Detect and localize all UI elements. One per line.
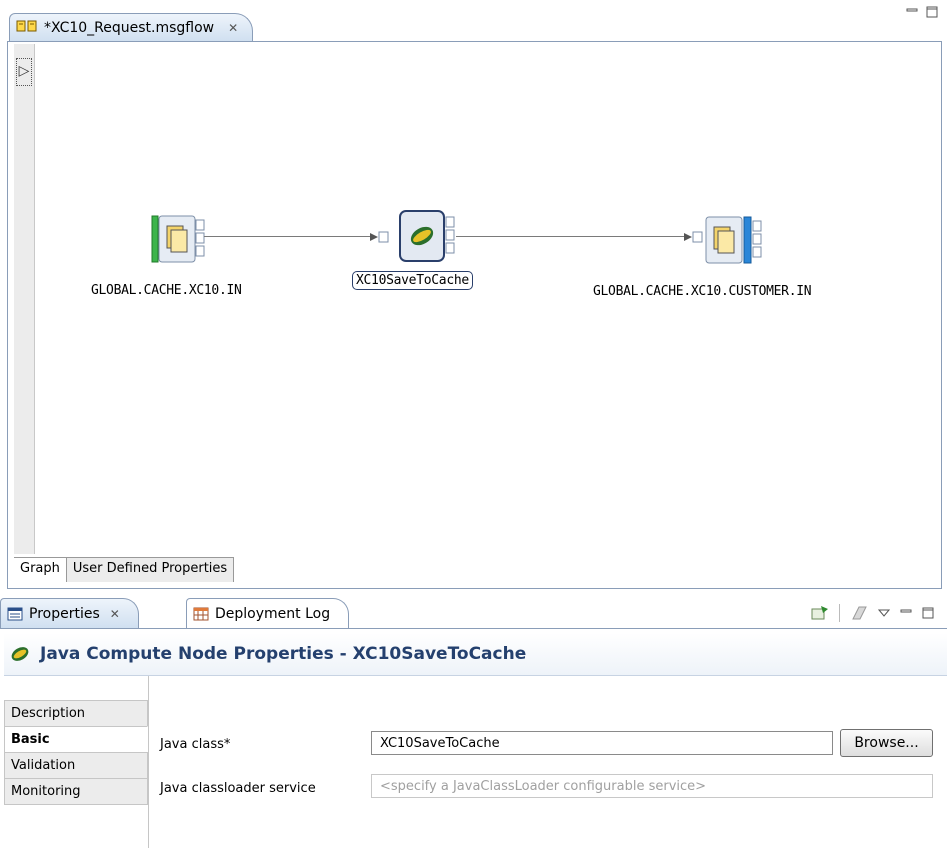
- tab-user-defined-properties[interactable]: User Defined Properties: [66, 558, 235, 582]
- tab-deployment-log[interactable]: Deployment Log: [186, 598, 350, 629]
- connection-line: [204, 236, 374, 237]
- close-icon[interactable]: ✕: [110, 607, 120, 621]
- tab-properties[interactable]: Properties ✕: [0, 598, 139, 629]
- properties-header-title: Java Compute Node Properties - XC10SaveT…: [40, 644, 527, 664]
- palette-expand-icon[interactable]: ▷: [16, 58, 32, 86]
- properties-tabbar: [0, 593, 947, 629]
- side-tab-basic[interactable]: Basic: [4, 726, 148, 752]
- editor-tab-label: *XC10_Request.msgflow: [44, 20, 215, 36]
- maximize-icon[interactable]: [926, 6, 938, 18]
- tabbar-divider: [7, 41, 942, 42]
- deployment-log-icon: [193, 607, 209, 621]
- mq-output-node-icon: [705, 216, 762, 264]
- editor-window-controls: [906, 6, 938, 18]
- side-tab-validation[interactable]: Validation: [4, 752, 148, 778]
- node-label: GLOBAL.CACHE.XC10.CUSTOMER.IN: [593, 284, 812, 299]
- properties-tab-divider: [0, 628, 947, 629]
- close-icon[interactable]: ✕: [228, 21, 238, 35]
- java-compute-icon: [11, 647, 29, 661]
- tab-graph[interactable]: Graph: [14, 558, 67, 582]
- view-menu-icon[interactable]: [878, 607, 890, 619]
- properties-icon: [7, 607, 23, 621]
- editor-tab[interactable]: *XC10_Request.msgflow ✕: [9, 13, 254, 42]
- toolbar-separator: [839, 604, 840, 622]
- maximize-icon[interactable]: [922, 607, 934, 619]
- java-class-label: Java class*: [160, 737, 231, 752]
- side-tab-monitoring[interactable]: Monitoring: [4, 778, 148, 805]
- properties-header: Java Compute Node Properties - XC10SaveT…: [4, 633, 947, 676]
- minimize-icon[interactable]: [900, 607, 912, 619]
- java-compute-node-icon: [399, 210, 455, 262]
- side-tabs-border: [148, 676, 149, 848]
- classloader-label: Java classloader service: [160, 781, 316, 796]
- browse-button[interactable]: Browse...: [840, 729, 933, 757]
- properties-side-tabs: Description Basic Validation Monitoring: [4, 700, 148, 805]
- flow-node-input[interactable]: [150, 212, 220, 266]
- tab-properties-label: Properties: [29, 606, 100, 622]
- eraser-icon[interactable]: [850, 605, 868, 621]
- side-tab-description[interactable]: Description: [4, 700, 148, 726]
- pin-icon[interactable]: [811, 605, 829, 621]
- flow-node-output[interactable]: [704, 213, 774, 267]
- java-class-field[interactable]: XC10SaveToCache: [371, 731, 833, 755]
- msgflow-file-icon: [16, 19, 38, 37]
- graph-tabs: Graph User Defined Properties: [14, 557, 235, 582]
- connection-line: [456, 236, 688, 237]
- tab-deployment-log-label: Deployment Log: [215, 606, 331, 622]
- properties-toolbar: [811, 604, 934, 622]
- node-label: GLOBAL.CACHE.XC10.IN: [91, 283, 242, 298]
- flow-node-java-compute[interactable]: [398, 209, 468, 265]
- node-label-selected[interactable]: XC10SaveToCache: [352, 271, 473, 290]
- flow-canvas[interactable]: [35, 44, 940, 554]
- palette-strip: [14, 44, 35, 554]
- mq-input-node-icon: [151, 215, 205, 263]
- classloader-field[interactable]: <specify a JavaClassLoader configurable …: [371, 774, 933, 798]
- minimize-icon[interactable]: [906, 6, 918, 18]
- connection-arrow-icon: [370, 231, 389, 243]
